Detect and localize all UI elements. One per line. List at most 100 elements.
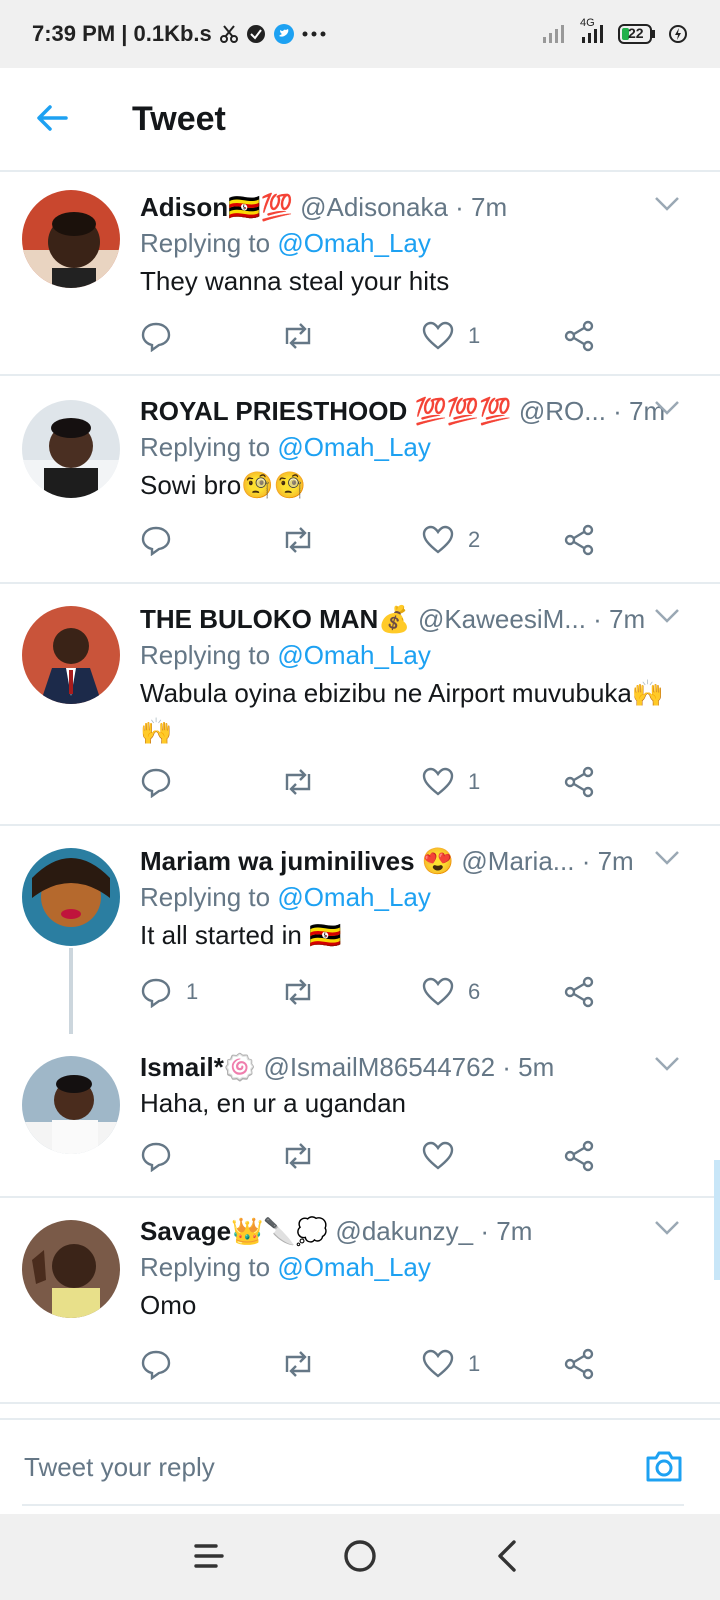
reply-icon bbox=[141, 1350, 171, 1380]
replying-label: Replying to bbox=[140, 228, 278, 258]
reply-button[interactable] bbox=[140, 1140, 186, 1172]
arrow-left-icon[interactable] bbox=[32, 98, 72, 138]
signal-icon bbox=[542, 25, 566, 43]
reply-button[interactable] bbox=[140, 766, 186, 798]
retweet-button[interactable] bbox=[280, 320, 316, 352]
retweet-button[interactable] bbox=[280, 524, 316, 556]
like-button[interactable]: 1 bbox=[422, 1348, 480, 1380]
reply-icon bbox=[141, 768, 171, 798]
reply-button[interactable]: 1 bbox=[140, 976, 198, 1008]
avatar[interactable] bbox=[22, 1056, 120, 1154]
chevron-down-icon[interactable] bbox=[654, 196, 680, 212]
like-button[interactable]: 2 bbox=[422, 524, 480, 556]
replying-to: Replying to @Omah_Lay bbox=[140, 428, 690, 466]
heart-icon bbox=[422, 767, 454, 796]
timestamp: · 5m bbox=[495, 1052, 555, 1082]
replying-to: Replying to @Omah_Lay bbox=[140, 878, 690, 916]
replying-to: Replying to @Omah_Lay bbox=[140, 1248, 690, 1286]
mention-link[interactable]: @Omah_Lay bbox=[277, 228, 431, 258]
replying-to: Replying to @Omah_Lay bbox=[140, 224, 690, 262]
retweet-button[interactable] bbox=[280, 1348, 316, 1380]
battery-icon: 22 bbox=[618, 24, 656, 44]
chevron-down-icon[interactable] bbox=[654, 608, 680, 624]
top-app-bar: Tweet bbox=[0, 68, 720, 172]
display-name[interactable]: Ismail*🍥 bbox=[140, 1052, 256, 1082]
like-count: 1 bbox=[468, 1351, 481, 1376]
display-name[interactable]: ROYAL PRIESTHOOD 💯💯💯 bbox=[140, 396, 512, 426]
tweet-card[interactable]: Adison🇺🇬💯 @Adisonaka · 7m Replying to @O… bbox=[0, 172, 720, 376]
share-icon bbox=[564, 766, 594, 798]
mention-link[interactable]: @Omah_Lay bbox=[277, 882, 431, 912]
retweet-button[interactable] bbox=[280, 1140, 316, 1172]
tweet-card[interactable]: THE BULOKO MAN💰 @KaweesiM... · 7m Replyi… bbox=[0, 584, 720, 826]
mention-link[interactable]: @Omah_Lay bbox=[277, 1252, 431, 1282]
share-button[interactable] bbox=[564, 320, 596, 352]
avatar[interactable] bbox=[22, 400, 120, 498]
retweet-button[interactable] bbox=[280, 976, 316, 1008]
display-name[interactable]: Adison🇺🇬💯 bbox=[140, 192, 293, 222]
share-button[interactable] bbox=[564, 1140, 596, 1172]
handle[interactable]: @KaweesiM... bbox=[418, 604, 586, 634]
like-button[interactable]: 1 bbox=[422, 766, 480, 798]
reply-button[interactable] bbox=[140, 1348, 186, 1380]
like-button[interactable]: 6 bbox=[422, 976, 480, 1008]
avatar[interactable] bbox=[22, 1220, 120, 1318]
mention-link[interactable]: @Omah_Lay bbox=[277, 640, 431, 670]
retweet-icon bbox=[285, 323, 311, 349]
share-icon bbox=[564, 320, 594, 352]
retweet-icon bbox=[285, 1143, 311, 1169]
status-right: 4G 22 bbox=[542, 17, 688, 44]
display-name[interactable]: Mariam wa juminilives 😍 bbox=[140, 846, 454, 876]
display-name[interactable]: Savage👑🔪💭 bbox=[140, 1216, 328, 1246]
menu-icon[interactable] bbox=[192, 1538, 228, 1574]
avatar[interactable] bbox=[22, 848, 120, 946]
share-button[interactable] bbox=[564, 1348, 596, 1380]
like-count: 6 bbox=[468, 979, 481, 1004]
handle[interactable]: @IsmailM86544762 bbox=[263, 1052, 495, 1082]
tweet-card[interactable]: Ismail*🍥 @IsmailM86544762 · 5m Haha, en … bbox=[0, 1034, 720, 1198]
scrollbar-thumb[interactable] bbox=[714, 1160, 720, 1280]
scissors-icon bbox=[219, 24, 238, 44]
heart-icon bbox=[422, 1141, 454, 1170]
share-button[interactable] bbox=[564, 976, 596, 1008]
like-button[interactable]: 1 bbox=[422, 320, 480, 352]
chevron-down-icon[interactable] bbox=[654, 1220, 680, 1236]
tweet-card[interactable]: ROYAL PRIESTHOOD 💯💯💯 @RO... · 7m Replyin… bbox=[0, 376, 720, 584]
reply-button[interactable] bbox=[140, 524, 186, 556]
reply-count: 1 bbox=[186, 979, 199, 1004]
handle[interactable]: @RO... bbox=[519, 396, 606, 426]
reply-input[interactable] bbox=[22, 1438, 626, 1496]
display-name[interactable]: THE BULOKO MAN💰 bbox=[140, 604, 411, 634]
tweet-card[interactable]: Mariam wa juminilives 😍 @Maria... · 7m R… bbox=[0, 826, 720, 1032]
tweet-actions: 1 bbox=[140, 1348, 610, 1384]
avatar[interactable] bbox=[22, 190, 120, 288]
tweet-card[interactable]: Savage👑🔪💭 @dakunzy_ · 7m Replying to @Om… bbox=[0, 1198, 720, 1404]
handle[interactable]: @Maria... bbox=[461, 846, 574, 876]
mention-link[interactable]: @Omah_Lay bbox=[277, 432, 431, 462]
retweet-button[interactable] bbox=[280, 766, 316, 798]
network-label: 4G bbox=[580, 17, 595, 29]
share-button[interactable] bbox=[564, 766, 596, 798]
retweet-icon bbox=[285, 979, 311, 1005]
camera-icon[interactable] bbox=[644, 1446, 684, 1486]
share-button[interactable] bbox=[564, 524, 596, 556]
reply-button[interactable] bbox=[140, 320, 186, 352]
reply-icon bbox=[141, 322, 171, 352]
reply-icon bbox=[141, 1142, 171, 1172]
like-button[interactable] bbox=[422, 1140, 468, 1172]
like-count: 1 bbox=[468, 323, 481, 348]
avatar[interactable] bbox=[22, 606, 120, 704]
retweet-icon bbox=[285, 527, 311, 553]
chevron-down-icon[interactable] bbox=[654, 850, 680, 866]
input-underline bbox=[22, 1504, 684, 1506]
handle[interactable]: @dakunzy_ bbox=[335, 1216, 473, 1246]
signal-4g-icon: 4G bbox=[578, 17, 606, 43]
handle[interactable]: @Adisonaka bbox=[300, 192, 448, 222]
chevron-down-icon[interactable] bbox=[654, 400, 680, 416]
home-circle-icon[interactable] bbox=[342, 1538, 378, 1574]
timestamp: · 7m bbox=[585, 604, 646, 634]
tweet-text: It all started in 🇺🇬 bbox=[140, 920, 342, 950]
tweet-meta: ROYAL PRIESTHOOD 💯💯💯 @RO... · 7m bbox=[140, 394, 690, 428]
back-chevron-icon[interactable] bbox=[490, 1538, 526, 1574]
chevron-down-icon[interactable] bbox=[654, 1056, 680, 1072]
